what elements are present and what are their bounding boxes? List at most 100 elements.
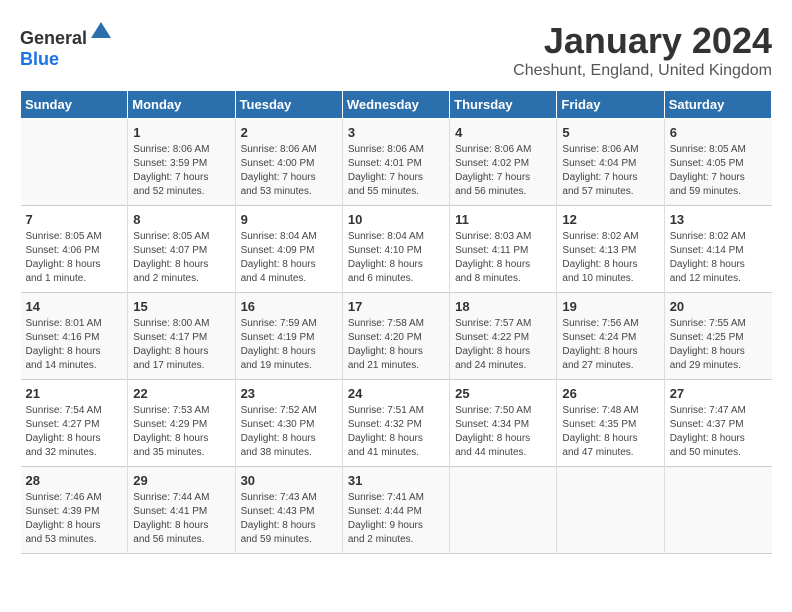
calendar-cell: 3 Sunrise: 8:06 AMSunset: 4:01 PMDaylight… [342,119,449,206]
day-info: Sunrise: 8:02 AMSunset: 4:13 PMDaylight:… [562,230,658,286]
day-info: Sunrise: 8:06 AMSunset: 4:00 PMDaylight:… [241,143,337,199]
calendar-cell: 5 Sunrise: 8:06 AMSunset: 4:04 PMDaylight… [557,119,664,206]
calendar-cell: 14 Sunrise: 8:01 AMSunset: 4:16 PMDayligh… [21,293,128,380]
day-number: 22 [133,386,229,401]
calendar-cell: 13Sunrise: 8:02 AMSunset: 4:14 PMDayligh… [664,206,771,293]
calendar-cell [450,467,557,554]
calendar-cell: 10 Sunrise: 8:04 AMSunset: 4:10 PMDayligh… [342,206,449,293]
day-info: Sunrise: 7:41 AMSunset: 4:44 PMDaylight:… [348,491,444,547]
day-number: 19 [562,299,658,314]
day-number: 8 [133,212,229,227]
day-info: Sunrise: 7:58 AMSunset: 4:20 PMDaylight:… [348,317,444,373]
weekday-header-thursday: Thursday [450,91,557,119]
calendar-cell: 1 Sunrise: 8:06 AMSunset: 3:59 PMDaylight… [128,119,235,206]
day-number: 3 [348,125,444,140]
title-block: January 2024 Cheshunt, England, United K… [513,20,772,80]
calendar-cell: 16 Sunrise: 7:59 AMSunset: 4:19 PMDayligh… [235,293,342,380]
day-info: Sunrise: 7:54 AMSunset: 4:27 PMDaylight:… [26,404,123,460]
day-info: Sunrise: 8:03 AMSunset: 4:11 PMDaylight:… [455,230,551,286]
page-header: General Blue January 2024 Cheshunt, Engl… [20,20,772,80]
day-info: Sunrise: 7:51 AMSunset: 4:32 PMDaylight:… [348,404,444,460]
weekday-header-sunday: Sunday [21,91,128,119]
day-number: 26 [562,386,658,401]
day-info: Sunrise: 7:52 AMSunset: 4:30 PMDaylight:… [241,404,337,460]
calendar-cell: 29 Sunrise: 7:44 AMSunset: 4:41 PMDayligh… [128,467,235,554]
day-info: Sunrise: 8:05 AMSunset: 4:05 PMDaylight:… [670,143,767,199]
calendar-cell [664,467,771,554]
day-number: 21 [26,386,123,401]
calendar-cell: 6 Sunrise: 8:05 AMSunset: 4:05 PMDaylight… [664,119,771,206]
day-info: Sunrise: 7:56 AMSunset: 4:24 PMDaylight:… [562,317,658,373]
day-info: Sunrise: 7:59 AMSunset: 4:19 PMDaylight:… [241,317,337,373]
calendar-cell: 12 Sunrise: 8:02 AMSunset: 4:13 PMDayligh… [557,206,664,293]
calendar-cell: 11 Sunrise: 8:03 AMSunset: 4:11 PMDayligh… [450,206,557,293]
calendar-cell: 31 Sunrise: 7:41 AMSunset: 4:44 PMDayligh… [342,467,449,554]
calendar-cell: 17Sunrise: 7:58 AMSunset: 4:20 PMDayligh… [342,293,449,380]
day-number: 4 [455,125,551,140]
day-info: Sunrise: 7:44 AMSunset: 4:41 PMDaylight:… [133,491,229,547]
logo-blue: Blue [20,49,59,69]
calendar-cell: 25Sunrise: 7:50 AMSunset: 4:34 PMDayligh… [450,380,557,467]
day-number: 14 [26,299,123,314]
calendar-week-4: 21 Sunrise: 7:54 AMSunset: 4:27 PMDayligh… [21,380,772,467]
calendar-cell: 28 Sunrise: 7:46 AMSunset: 4:39 PMDayligh… [21,467,128,554]
day-number: 1 [133,125,229,140]
calendar-cell: 21 Sunrise: 7:54 AMSunset: 4:27 PMDayligh… [21,380,128,467]
day-number: 13 [670,212,767,227]
calendar-cell: 9Sunrise: 8:04 AMSunset: 4:09 PMDaylight… [235,206,342,293]
weekday-header-monday: Monday [128,91,235,119]
day-number: 25 [455,386,551,401]
day-info: Sunrise: 8:05 AMSunset: 4:07 PMDaylight:… [133,230,229,286]
day-number: 11 [455,212,551,227]
day-number: 20 [670,299,767,314]
day-info: Sunrise: 8:00 AMSunset: 4:17 PMDaylight:… [133,317,229,373]
logo: General Blue [20,20,113,70]
day-number: 23 [241,386,337,401]
day-number: 10 [348,212,444,227]
day-number: 12 [562,212,658,227]
day-info: Sunrise: 8:06 AMSunset: 4:04 PMDaylight:… [562,143,658,199]
day-number: 7 [26,212,123,227]
day-info: Sunrise: 8:01 AMSunset: 4:16 PMDaylight:… [26,317,123,373]
weekday-header-friday: Friday [557,91,664,119]
day-number: 29 [133,473,229,488]
calendar-cell: 15Sunrise: 8:00 AMSunset: 4:17 PMDayligh… [128,293,235,380]
weekday-header-wednesday: Wednesday [342,91,449,119]
day-info: Sunrise: 7:53 AMSunset: 4:29 PMDaylight:… [133,404,229,460]
calendar-cell: 19 Sunrise: 7:56 AMSunset: 4:24 PMDayligh… [557,293,664,380]
day-info: Sunrise: 7:43 AMSunset: 4:43 PMDaylight:… [241,491,337,547]
calendar-cell: 18 Sunrise: 7:57 AMSunset: 4:22 PMDayligh… [450,293,557,380]
day-info: Sunrise: 8:04 AMSunset: 4:10 PMDaylight:… [348,230,444,286]
calendar-cell: 4Sunrise: 8:06 AMSunset: 4:02 PMDaylight… [450,119,557,206]
day-number: 18 [455,299,551,314]
calendar-cell: 26 Sunrise: 7:48 AMSunset: 4:35 PMDayligh… [557,380,664,467]
day-number: 16 [241,299,337,314]
calendar-title: January 2024 [513,20,772,62]
day-info: Sunrise: 7:55 AMSunset: 4:25 PMDaylight:… [670,317,767,373]
calendar-cell: 23 Sunrise: 7:52 AMSunset: 4:30 PMDayligh… [235,380,342,467]
calendar-week-1: 1 Sunrise: 8:06 AMSunset: 3:59 PMDaylight… [21,119,772,206]
day-info: Sunrise: 8:06 AMSunset: 4:01 PMDaylight:… [348,143,444,199]
logo-text: General Blue [20,20,113,70]
day-number: 5 [562,125,658,140]
day-info: Sunrise: 8:06 AMSunset: 3:59 PMDaylight:… [133,143,229,199]
calendar-body: 1 Sunrise: 8:06 AMSunset: 3:59 PMDaylight… [21,119,772,554]
day-number: 28 [26,473,123,488]
day-number: 30 [241,473,337,488]
calendar-cell [557,467,664,554]
logo-icon [89,20,113,44]
calendar-cell: 2Sunrise: 8:06 AMSunset: 4:00 PMDaylight… [235,119,342,206]
day-info: Sunrise: 7:48 AMSunset: 4:35 PMDaylight:… [562,404,658,460]
day-info: Sunrise: 8:04 AMSunset: 4:09 PMDaylight:… [241,230,337,286]
calendar-week-5: 28 Sunrise: 7:46 AMSunset: 4:39 PMDayligh… [21,467,772,554]
weekday-header-saturday: Saturday [664,91,771,119]
calendar-cell: 20 Sunrise: 7:55 AMSunset: 4:25 PMDayligh… [664,293,771,380]
calendar-cell [21,119,128,206]
day-info: Sunrise: 7:46 AMSunset: 4:39 PMDaylight:… [26,491,123,547]
day-info: Sunrise: 7:57 AMSunset: 4:22 PMDaylight:… [455,317,551,373]
day-number: 31 [348,473,444,488]
calendar-cell: 8 Sunrise: 8:05 AMSunset: 4:07 PMDaylight… [128,206,235,293]
weekday-header-row: SundayMondayTuesdayWednesdayThursdayFrid… [21,91,772,119]
day-number: 6 [670,125,767,140]
calendar-header: SundayMondayTuesdayWednesdayThursdayFrid… [21,91,772,119]
